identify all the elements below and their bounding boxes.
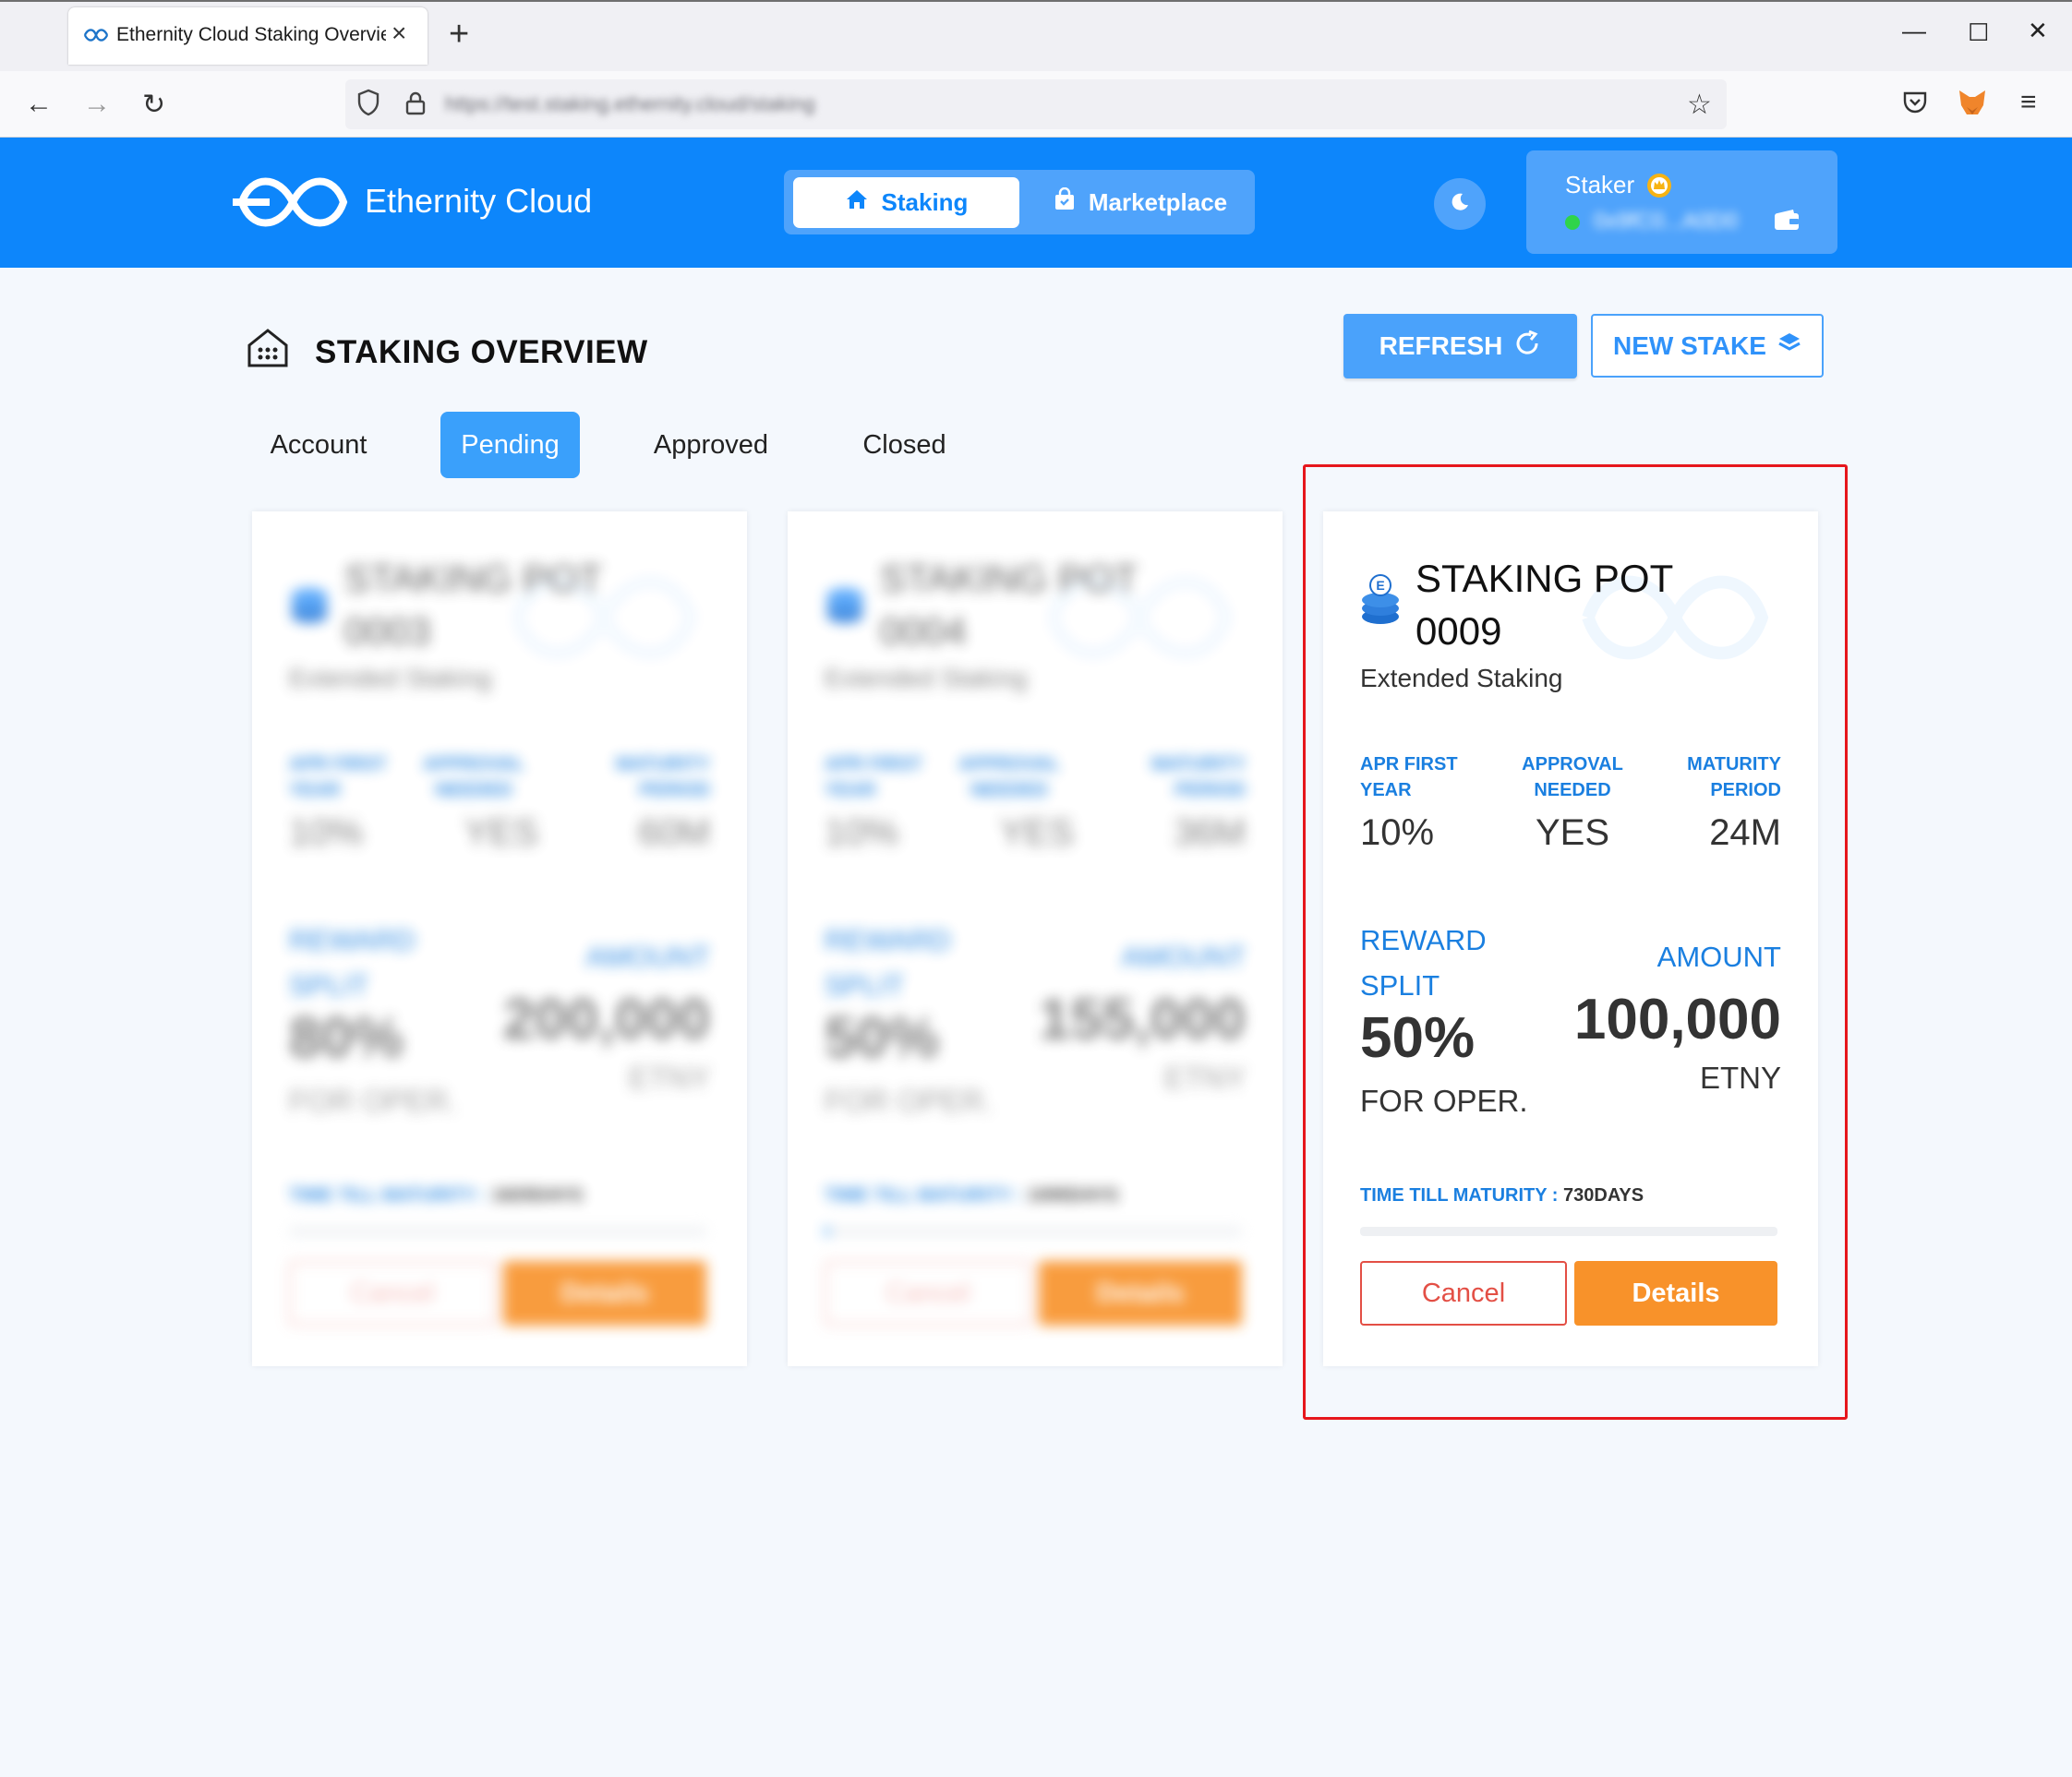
pot-type: Extended Staking xyxy=(289,664,492,692)
details-button[interactable]: Details xyxy=(1039,1261,1242,1326)
reload-icon[interactable]: ↻ xyxy=(142,89,165,121)
lock-icon[interactable] xyxy=(404,90,427,121)
maturity-label: MATURITY PERIOD xyxy=(1151,754,1246,800)
new-stake-button[interactable]: NEW STAKE xyxy=(1591,314,1824,378)
maturity-value: 60M xyxy=(638,812,710,853)
card-content-obscured: STAKING POT 0004 Extended Staking APR FIR… xyxy=(788,511,1283,1366)
nav-tab-staking[interactable]: Staking xyxy=(793,177,1019,228)
shield-icon[interactable] xyxy=(356,89,380,121)
brand-name[interactable]: Ethernity Cloud xyxy=(365,182,592,221)
maturity-label: MATURITY PERIOD xyxy=(616,754,710,800)
cancel-button[interactable]: Cancel xyxy=(289,1261,496,1326)
approval-value: YES xyxy=(1000,812,1075,853)
user-role: Staker xyxy=(1565,171,1635,198)
menu-hamburger-icon[interactable]: ≡ xyxy=(2020,87,2037,118)
card-content-obscured: STAKING POT 0003 Extended Staking APR FIR… xyxy=(252,511,747,1366)
new-tab-icon[interactable]: + xyxy=(449,15,469,54)
nav-tab-marketplace-label: Marketplace xyxy=(1088,188,1228,216)
approval-label: APPROVAL NEEDED xyxy=(958,754,1060,800)
refresh-icon xyxy=(1513,330,1541,364)
pot-title: STAKING POT 0003 xyxy=(344,557,603,653)
maturity-value: 36M xyxy=(1174,812,1246,853)
amount-value: 200,000 xyxy=(502,988,710,1051)
nav-tab-staking-label: Staking xyxy=(881,188,969,216)
metamask-fox-icon[interactable] xyxy=(1958,89,1987,121)
reward-split-sub: FOR OPER. xyxy=(289,1084,457,1118)
bookmark-star-icon[interactable]: ☆ xyxy=(1687,89,1712,121)
amount-label: AMOUNT xyxy=(585,941,710,973)
new-stake-button-label: NEW STAKE xyxy=(1613,330,1766,360)
nav-tab-marketplace[interactable]: Marketplace xyxy=(1034,177,1247,228)
ethernity-favicon-icon xyxy=(83,27,109,48)
forward-icon[interactable]: → xyxy=(83,89,111,120)
pot-title: STAKING POT 0004 xyxy=(880,557,1138,653)
maturity-progress-bar xyxy=(825,1227,1242,1236)
wallet-icon[interactable] xyxy=(1773,209,1801,237)
pot-type: Extended Staking xyxy=(825,664,1028,692)
amount-unit: ETNY xyxy=(1163,1061,1246,1095)
filter-tab-pending[interactable]: Pending xyxy=(440,412,580,478)
pocket-icon[interactable] xyxy=(1902,90,1928,119)
ethernity-logo-icon[interactable] xyxy=(233,167,353,242)
highlight-box xyxy=(1303,464,1848,1420)
refresh-button-label: REFRESH xyxy=(1379,331,1503,360)
staking-building-icon xyxy=(245,325,291,376)
user-account-card[interactable] xyxy=(1526,150,1837,254)
browser-tab[interactable]: Ethernity Cloud Staking Overview × xyxy=(68,7,428,65)
time-till-maturity: TIME TILL MATURITY : 1095DAYS xyxy=(825,1185,1119,1206)
theme-toggle-button[interactable] xyxy=(1434,178,1486,230)
approval-value: YES xyxy=(464,812,539,853)
staking-pot-card: STAKING POT 0003 Extended Staking APR FIR… xyxy=(252,511,747,1366)
maximize-icon[interactable]: ☐ xyxy=(1968,18,1989,47)
details-button[interactable]: Details xyxy=(503,1261,706,1326)
amount-label: AMOUNT xyxy=(1121,941,1246,973)
time-till-maturity: TIME TILL MATURITY : 1825DAYS xyxy=(289,1185,584,1206)
moon-icon xyxy=(1449,191,1471,218)
minimize-icon[interactable]: — xyxy=(1902,17,1926,45)
filter-tab-account[interactable]: Account xyxy=(249,412,388,478)
amount-value: 155,000 xyxy=(1038,988,1246,1051)
refresh-button[interactable]: REFRESH xyxy=(1343,314,1577,378)
filter-tab-approved[interactable]: Approved xyxy=(637,412,785,478)
crown-badge-icon xyxy=(1646,173,1672,203)
apr-value: 10% xyxy=(289,812,364,853)
close-window-icon[interactable]: ✕ xyxy=(2028,17,2048,45)
approval-label: APPROVAL NEEDED xyxy=(423,754,524,800)
apr-value: 10% xyxy=(825,812,899,853)
filter-tab-closed[interactable]: Closed xyxy=(842,412,967,478)
etny-coin-stack-icon xyxy=(825,574,865,630)
reward-split-sub: FOR OPER. xyxy=(825,1084,993,1118)
home-icon xyxy=(845,188,869,217)
url-text: https://test.staking.ethernity.cloud/sta… xyxy=(445,92,815,115)
online-status-dot xyxy=(1565,215,1580,230)
layers-icon xyxy=(1777,330,1801,361)
cancel-button[interactable]: Cancel xyxy=(825,1261,1031,1326)
wallet-address[interactable]: 0x9fC0...A0D0 xyxy=(1594,209,1738,234)
page-title: STAKING OVERVIEW xyxy=(315,334,648,370)
etny-coin-stack-icon xyxy=(289,574,330,630)
reward-split-label: REWARD SPLIT xyxy=(289,924,416,1002)
maturity-progress-bar xyxy=(289,1227,706,1236)
reward-split-label: REWARD SPLIT xyxy=(825,924,951,1002)
apr-label: APR FIRST YEAR xyxy=(289,754,387,800)
back-icon[interactable]: ← xyxy=(25,89,53,120)
amount-unit: ETNY xyxy=(628,1061,710,1095)
staking-pot-card: STAKING POT 0004 Extended Staking APR FIR… xyxy=(788,511,1283,1366)
browser-tab-title: Ethernity Cloud Staking Overview xyxy=(116,24,386,45)
reward-split-value: 50% xyxy=(825,1006,940,1070)
reward-split-value: 80% xyxy=(289,1006,404,1070)
apr-label: APR FIRST YEAR xyxy=(825,754,922,800)
shopping-bag-icon xyxy=(1054,186,1076,218)
close-tab-icon[interactable]: × xyxy=(392,18,406,48)
